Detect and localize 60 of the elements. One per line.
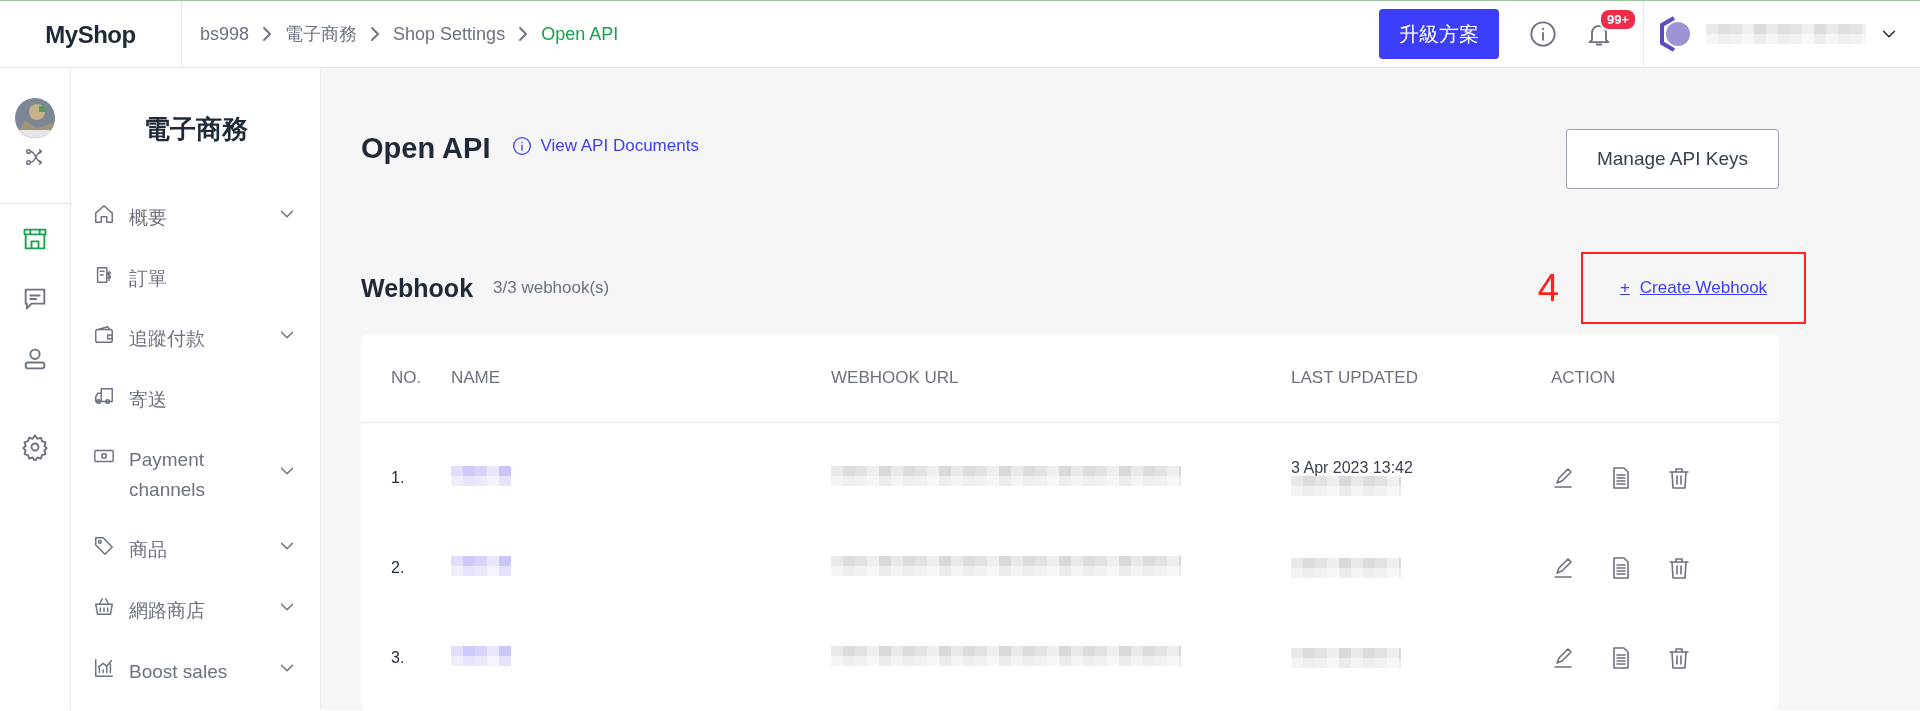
edit-icon — [1551, 466, 1575, 490]
table-cell-text: 3. — [391, 649, 406, 667]
trash-button[interactable] — [1667, 466, 1691, 490]
sidebar-item[interactable]: Payment channels — [93, 445, 298, 505]
docs-link[interactable]: View API Documents — [512, 136, 1566, 156]
chevron-right-icon — [371, 27, 380, 41]
truck-icon — [93, 385, 115, 407]
edit-button[interactable] — [1551, 466, 1575, 490]
chart-icon — [93, 657, 115, 679]
sidebar-item[interactable]: 訂單 — [93, 264, 298, 294]
info-icon — [1529, 20, 1557, 48]
chevron-right-icon — [519, 27, 528, 41]
table-cell-text: 3 Apr 2023 13:42 — [1291, 460, 1414, 476]
column-header: NO. — [391, 368, 423, 388]
sidebar-item[interactable]: 寄送 — [93, 385, 298, 415]
section-title: Webhook — [361, 273, 474, 303]
blurred-text — [451, 646, 511, 666]
column-header: NAME — [451, 368, 502, 388]
trash-button[interactable] — [1667, 556, 1691, 580]
info-icon — [512, 136, 533, 156]
chevron-right-icon — [263, 27, 272, 41]
table-cell-text: 2. — [391, 559, 406, 577]
breadcrumb[interactable]: Open API — [541, 23, 619, 45]
column-header: LAST UPDATED — [1291, 368, 1419, 388]
sidebar-item[interactable]: 網路商店 — [93, 596, 298, 627]
edit-button[interactable] — [1551, 646, 1575, 670]
trash-icon — [1667, 646, 1691, 670]
edit-icon — [1551, 646, 1575, 670]
logo[interactable]: MyShop — [0, 0, 182, 68]
edit-icon — [1551, 556, 1575, 580]
edit-button[interactable] — [1551, 556, 1575, 580]
breadcrumb[interactable]: bs998 — [200, 23, 250, 45]
sidebar-item[interactable]: Boost sales — [93, 657, 298, 688]
column-header: WEBHOOK URL — [831, 368, 960, 388]
blurred-text — [451, 556, 511, 576]
blurred-text — [451, 466, 511, 486]
breadcrumb[interactable]: 電子商務 — [285, 22, 358, 46]
sidebar-item[interactable]: 概要 — [93, 203, 298, 234]
trash-button[interactable] — [1667, 646, 1691, 670]
webhook-count: 3/3 webhook(s) — [493, 278, 611, 298]
trash-icon — [1667, 466, 1691, 490]
column-header: ACTION — [1551, 368, 1617, 388]
sidebar-item[interactable]: 追蹤付款 — [93, 324, 298, 355]
sidebar-title: 電子商務 — [142, 113, 249, 146]
basket-icon — [93, 596, 115, 618]
create-webhook-link[interactable]: + Create Webhook — [1581, 252, 1806, 324]
avatar[interactable] — [15, 98, 55, 138]
table-cell-text: 1. — [391, 469, 406, 487]
notification-badge: 99+ — [1599, 8, 1638, 31]
upgrade-button[interactable]: 升級方案 — [1379, 9, 1499, 59]
breadcrumb[interactable]: Shop Settings — [393, 23, 506, 45]
trash-icon — [1667, 556, 1691, 580]
manage-api-keys-button[interactable]: Manage API Keys — [1565, 129, 1779, 189]
tag-icon — [93, 535, 115, 557]
page-title: Open API — [361, 132, 491, 165]
gear-icon — [21, 433, 49, 461]
annotation-number: 4 — [1537, 266, 1559, 310]
wallet-icon — [93, 324, 115, 346]
sidebar-item[interactable]: 商品 — [93, 535, 298, 566]
home-icon — [93, 203, 115, 225]
